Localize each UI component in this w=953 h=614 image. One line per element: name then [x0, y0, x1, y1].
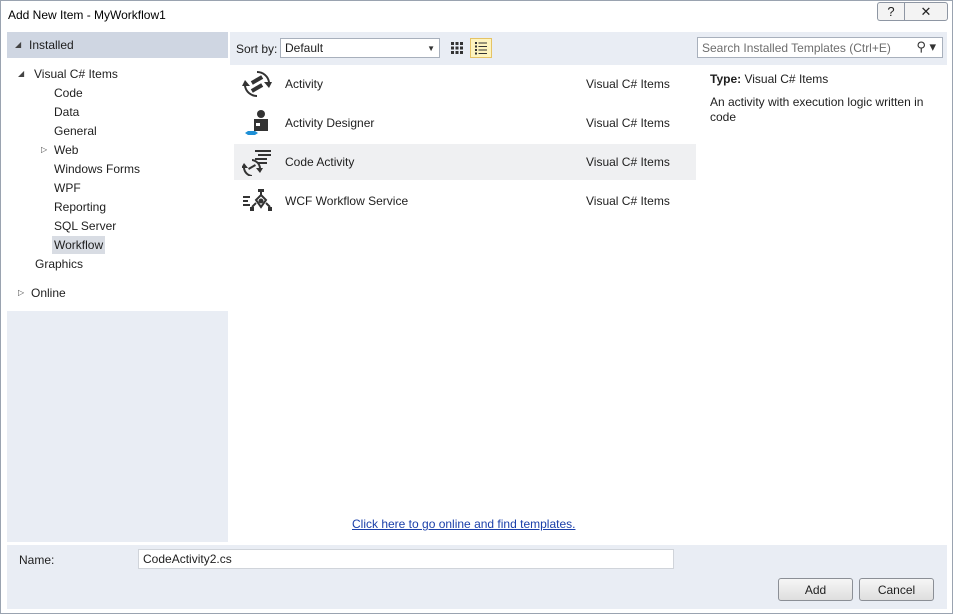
template-tree: ◢ Installed ◢ Visual C# Items Code Data …	[7, 32, 228, 542]
bottom-bar: Name: Add Cancel	[7, 545, 947, 609]
tree-node-graphics[interactable]: Graphics	[33, 255, 85, 273]
tree-node-data[interactable]: Data	[52, 103, 81, 121]
tree-node-wpf[interactable]: WPF	[52, 179, 83, 197]
template-list: Activity Visual C# Items Activity Design…	[232, 65, 696, 543]
sort-by-dropdown[interactable]: Default ▼	[280, 38, 440, 58]
tree-node-visual-cs-items[interactable]: Visual C# Items	[32, 65, 120, 83]
template-category: Visual C# Items	[586, 77, 670, 91]
detail-type: Type: Visual C# Items	[710, 72, 828, 86]
tree-node-installed[interactable]: Installed	[27, 36, 76, 54]
template-name: Activity	[285, 77, 324, 91]
collapse-arrow-icon[interactable]: ◢	[18, 65, 24, 83]
code-activity-icon	[242, 150, 271, 176]
expand-arrow-icon[interactable]: ▷	[18, 284, 24, 302]
template-item-code-activity[interactable]: Code Activity Visual C# Items	[234, 144, 696, 180]
name-input[interactable]	[138, 549, 674, 569]
add-new-item-dialog: Add New Item - MyWorkflow1 ? ✕ ◢ Install…	[0, 0, 953, 614]
sort-by-label: Sort by:	[236, 42, 278, 56]
tree-node-workflow[interactable]: Workflow	[52, 236, 106, 254]
search-placeholder: Search Installed Templates (Ctrl+E)	[702, 41, 891, 55]
find-templates-online-link[interactable]: Click here to go online and find templat…	[352, 517, 575, 531]
template-name: WCF Workflow Service	[285, 194, 409, 208]
list-view-button[interactable]	[470, 38, 492, 58]
close-button[interactable]: ✕	[904, 2, 948, 21]
template-name: Code Activity	[285, 155, 355, 169]
template-category: Visual C# Items	[586, 155, 670, 169]
template-item-activity-designer[interactable]: Activity Designer Visual C# Items	[234, 105, 696, 141]
tree-installed-content: ◢ Visual C# Items Code Data General ▷ We…	[7, 58, 228, 311]
tree-node-web[interactable]: Web	[52, 141, 80, 159]
template-category: Visual C# Items	[586, 116, 670, 130]
template-toolbar: Sort by: Default ▼ Search Installed Temp…	[230, 32, 947, 65]
template-item-activity[interactable]: Activity Visual C# Items	[234, 66, 696, 102]
tree-node-sql-server[interactable]: SQL Server	[52, 217, 118, 235]
tree-node-reporting[interactable]: Reporting	[52, 198, 108, 216]
template-category: Visual C# Items	[586, 194, 670, 208]
template-item-wcf-workflow-service[interactable]: WCF Workflow Service Visual C# Items	[234, 183, 696, 219]
activity-designer-icon	[245, 110, 268, 135]
grid-view-icon	[451, 42, 463, 54]
tree-node-online[interactable]: Online	[29, 284, 68, 302]
search-icon[interactable]: ⚲ ▾	[916, 39, 936, 55]
detail-type-value: Visual C# Items	[744, 72, 829, 86]
activity-icon	[242, 70, 272, 98]
small-icons-view-button[interactable]	[446, 38, 468, 58]
list-view-icon	[475, 42, 487, 55]
title-bar: Add New Item - MyWorkflow1 ? ✕	[1, 1, 952, 30]
tree-installed-header[interactable]: ◢ Installed	[7, 32, 228, 58]
detail-description: An activity with execution logic written…	[710, 95, 924, 124]
cancel-button[interactable]: Cancel	[859, 578, 934, 601]
template-details: Type: Visual C# Items An activity with e…	[698, 65, 947, 543]
title-buttons: ? ✕	[877, 2, 948, 21]
name-label: Name:	[19, 553, 55, 567]
tree-node-code[interactable]: Code	[52, 84, 85, 102]
tree-node-windows-forms[interactable]: Windows Forms	[52, 160, 142, 178]
search-templates-input[interactable]: Search Installed Templates (Ctrl+E) ⚲ ▾	[697, 37, 943, 58]
sort-by-value: Default	[285, 41, 324, 55]
add-button[interactable]: Add	[778, 578, 853, 601]
expand-arrow-icon[interactable]: ▷	[41, 141, 47, 159]
detail-type-label: Type:	[710, 72, 742, 86]
chevron-down-icon: ▼	[427, 44, 435, 53]
template-name: Activity Designer	[285, 116, 375, 130]
tree-node-general[interactable]: General	[52, 122, 99, 140]
help-button[interactable]: ?	[877, 2, 904, 21]
collapse-arrow-icon[interactable]: ◢	[15, 36, 21, 54]
window-title: Add New Item - MyWorkflow1	[8, 8, 166, 22]
wcf-workflow-service-icon	[243, 189, 272, 211]
